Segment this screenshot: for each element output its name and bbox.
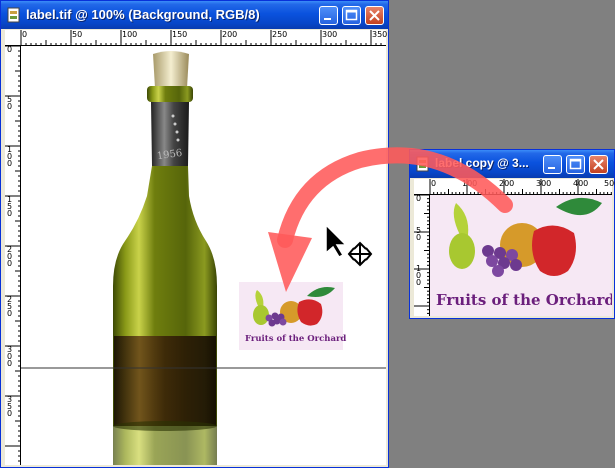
vertical-ruler[interactable]: 0 5 0 1 0 0 1 5 0 2 0 0 2 5 0 3 0 0 3 5 … (5, 46, 21, 465)
image-canvas[interactable]: 1956 Fruits of the Orchard (21, 46, 386, 465)
ruler-label: 3 0 0 (7, 345, 13, 368)
ruler-label: 1 0 0 (7, 145, 13, 168)
ruler-label: 200 (499, 179, 515, 188)
maximize-icon (345, 9, 358, 21)
dragged-label-preview[interactable]: Fruits of the Orchard (239, 282, 347, 350)
main-window-title: label.tif @ 100% (Background, RGB/8) (26, 7, 260, 22)
ruler-label: 2 0 0 (7, 245, 13, 268)
ruler-label: 150 (172, 30, 188, 39)
ruler-label: 5 0 (7, 95, 13, 111)
minimize-icon (548, 167, 555, 169)
maximize-button[interactable] (566, 155, 585, 174)
copy-window-title: label copy @ 3... (435, 156, 529, 170)
close-button[interactable] (365, 6, 384, 25)
copy-window-titlebar[interactable]: label copy @ 3... (410, 150, 614, 178)
ruler-ticks (414, 195, 430, 314)
ruler-label: 400 (573, 179, 589, 188)
horizontal-ruler[interactable]: 0 50 100 150 200 250 300 350 (5, 30, 388, 46)
minimize-icon (324, 18, 331, 20)
close-icon (593, 159, 604, 170)
copy-label-text: Fruits of the Orchard (436, 291, 612, 309)
minimize-button[interactable] (319, 6, 338, 25)
maximize-button[interactable] (342, 6, 361, 25)
close-button[interactable] (589, 155, 608, 174)
maximize-icon (569, 158, 582, 170)
ruler-label: 5 0 (416, 226, 422, 242)
ruler-label: 300 (322, 30, 338, 39)
ruler-label: 2 5 0 (7, 295, 13, 318)
ruler-label: 0 (7, 45, 13, 54)
copy-document-window[interactable]: label copy @ 3... 0 100 200 300 400 50 0 … (409, 149, 615, 319)
dragged-label-text: Fruits of the Orchard (245, 334, 347, 344)
ruler-label: 0 (431, 179, 437, 188)
main-window-titlebar[interactable]: label.tif @ 100% (Background, RGB/8) (1, 1, 388, 29)
ruler-label: 300 (536, 179, 552, 188)
fruit-artwork (449, 197, 602, 277)
document-icon (416, 156, 429, 172)
ruler-label: 1 5 0 (7, 195, 13, 218)
ruler-label: 350 (372, 30, 388, 39)
ruler-label: 1 0 0 (416, 264, 422, 287)
ruler-label: 100 (122, 30, 138, 39)
main-document-window[interactable]: label.tif @ 100% (Background, RGB/8) 0 5… (0, 0, 389, 468)
ruler-label: 0 (22, 30, 28, 39)
vertical-ruler[interactable]: 0 5 0 1 0 0 (414, 195, 430, 316)
fruit-artwork (253, 287, 335, 327)
ruler-label: 0 (416, 194, 422, 203)
ruler-label: 100 (462, 179, 478, 188)
close-icon (369, 10, 380, 21)
ruler-label: 50 (72, 30, 83, 39)
horizontal-ruler[interactable]: 0 100 200 300 400 500 (414, 179, 615, 195)
ruler-label: 250 (272, 30, 288, 39)
ruler-label: 500 (604, 179, 615, 188)
move-tool-cursor-icon (325, 223, 373, 267)
ruler-label: 200 (222, 30, 238, 39)
ruler-label: 3 5 0 (7, 395, 13, 418)
label-canvas[interactable]: Fruits of the Orchard (430, 195, 612, 316)
minimize-button[interactable] (543, 155, 562, 174)
document-icon (7, 7, 20, 23)
